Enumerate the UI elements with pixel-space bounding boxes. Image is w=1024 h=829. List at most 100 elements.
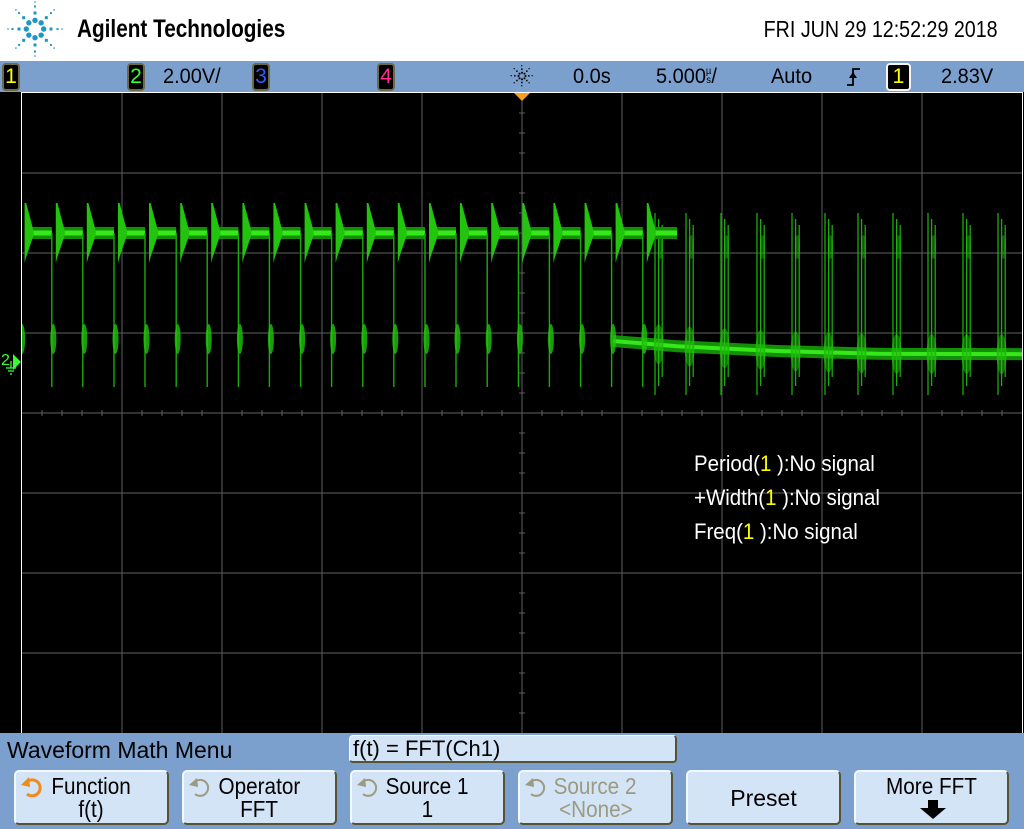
channel-3-key[interactable]: 3 xyxy=(252,63,270,91)
softkey-value: 1 xyxy=(421,796,434,822)
trigger-mode[interactable]: Auto xyxy=(771,61,812,92)
measurement-value: ):No signal xyxy=(776,485,880,510)
channel-2-number: 2 xyxy=(130,65,142,88)
trace-b-spike-glow xyxy=(684,326,695,367)
trace-b-spike-upper-glow xyxy=(794,235,800,259)
waveform-plot xyxy=(22,93,1022,733)
function-softkey[interactable]: Function f(t) xyxy=(14,770,169,825)
timebase-scale[interactable]: 5.000 µ s / xyxy=(656,61,717,92)
trace-a-low-pulse xyxy=(81,324,88,354)
trace-a-low-pulse xyxy=(299,324,306,354)
measurement-label: Period( xyxy=(694,451,760,476)
trace-a-rising-spike xyxy=(429,203,438,263)
menu-title: Waveform Math Menu xyxy=(7,737,233,763)
status-bar: 1 2 2.00V/ 3 4 0.0s 5.000 µ s / Auto 1 2.83… xyxy=(0,61,1024,92)
trace-a-low-pulse xyxy=(454,324,461,354)
channel-4-key[interactable]: 4 xyxy=(377,63,395,91)
trace-a-rising-spike xyxy=(366,203,376,263)
waveform-display: Period(1 ):No signal +Width(1 ):No signa… xyxy=(21,92,1023,734)
trace-a-rising-spike xyxy=(211,203,221,263)
measurement-source: 1 xyxy=(759,451,772,476)
trace-b-spike-upper-glow xyxy=(895,235,901,259)
trigger-level[interactable]: 2.83V xyxy=(941,61,993,92)
trace-b-spike-upper-glow xyxy=(723,235,729,259)
channel-4-number: 4 xyxy=(380,65,392,88)
operator-softkey[interactable]: Operator FFT xyxy=(182,770,337,825)
trace-b-spike-glow xyxy=(823,332,834,373)
trace-b-spike-glow xyxy=(926,333,937,374)
trace-a-low-pulse xyxy=(547,324,554,354)
trace-a-rising-spike xyxy=(242,203,252,263)
trace-a-low-pulse xyxy=(516,324,523,354)
trace-a-low-pulse xyxy=(485,324,492,354)
trace-a-rising-spike xyxy=(86,203,96,263)
header-bar: Agilent Technologies FRI JUN 29 12:52:29… xyxy=(0,0,1024,61)
trace-b-spike-glow xyxy=(891,333,902,374)
timebase-suffix: / xyxy=(711,65,717,88)
measurement-value: ):No signal xyxy=(754,519,858,544)
more-fft-softkey[interactable]: More FFT xyxy=(854,770,1009,825)
trace-b-spike-upper-glow xyxy=(1000,235,1006,259)
trace-a-low-pulse xyxy=(423,324,430,354)
trace-a-low-pulse xyxy=(641,324,648,354)
run-spark-icon xyxy=(510,65,533,87)
trace-a-low-pulse xyxy=(361,324,368,354)
trace-b-spike-glow xyxy=(755,330,766,371)
trace-b-spike-upper-glow xyxy=(688,235,694,259)
trace-b-spike-upper-glow xyxy=(759,235,765,259)
trace-b-spike-glow xyxy=(856,333,867,374)
trace-b-spike-upper-glow xyxy=(827,235,833,259)
trace-a-low-pulse xyxy=(22,324,26,354)
channel-2-ground-marker-icon[interactable]: 2 xyxy=(0,350,21,378)
source-2-softkey[interactable]: Source 2 <None> xyxy=(518,770,673,825)
trace-a-low-pulse xyxy=(112,324,119,354)
source-1-softkey[interactable]: Source 1 1 xyxy=(350,770,505,825)
measurement-label: Freq( xyxy=(694,519,743,544)
trace-a-rising-spike xyxy=(522,203,532,263)
trace-a-rising-spike xyxy=(397,203,407,263)
measurement-source: 1 xyxy=(765,485,777,510)
trigger-source-key[interactable]: 1 xyxy=(886,63,911,91)
trace-a-low-pulse xyxy=(143,324,150,354)
down-arrow-icon xyxy=(920,800,946,819)
brand-name: Agilent Technologies xyxy=(77,15,286,43)
trigger-position-marker-icon xyxy=(514,93,530,101)
channel-1-key[interactable]: 1 xyxy=(2,63,20,91)
trace-a-rising-spike xyxy=(55,203,65,263)
trace-a-low-pulse xyxy=(579,324,586,354)
rising-edge-trigger-icon xyxy=(847,68,860,86)
trace-a-low-pulse xyxy=(236,324,243,354)
trace-a-rising-spike xyxy=(304,203,314,263)
graticule xyxy=(22,93,1022,733)
trace-a-low-pulse xyxy=(392,324,399,354)
measurement-width: +Width(1 ):No signal xyxy=(694,485,880,511)
measurement-value: ):No signal xyxy=(771,451,875,476)
trace-a-low-pulse xyxy=(610,324,617,354)
trace-b-spike-glow xyxy=(719,328,730,369)
trace-a-rising-spike xyxy=(24,203,34,263)
trace-a-rising-spike xyxy=(149,203,158,263)
trace-a-rising-spike xyxy=(460,203,469,263)
trigger-source-number: 1 xyxy=(892,65,905,88)
trace-a-rising-spike xyxy=(180,203,190,263)
softkey-value: <None> xyxy=(558,796,633,822)
trace-a-rising-spike xyxy=(335,203,345,263)
measurement-label: +Width( xyxy=(694,485,766,510)
trace-a-rising-spike xyxy=(491,203,501,263)
channel-2-key[interactable]: 2 xyxy=(127,63,145,91)
trace-b-spike-glow xyxy=(996,334,1007,375)
trace-b-spike-upper-glow xyxy=(860,235,866,259)
timebase-value: 5.000 xyxy=(656,65,706,88)
ground-marker-channel: 2 xyxy=(1,352,10,369)
trace-b-spike-glow xyxy=(961,334,972,375)
preset-softkey[interactable]: Preset xyxy=(686,770,841,825)
trace-b-spike-glow xyxy=(653,324,664,365)
softkey-label: More FFT xyxy=(886,773,977,799)
trace-a-low-pulse xyxy=(205,324,212,354)
channel-2-scale[interactable]: 2.00V/ xyxy=(163,61,221,92)
trace-a-low-pulse xyxy=(174,324,181,354)
trace-a-low-pulse xyxy=(330,324,337,354)
horizontal-delay[interactable]: 0.0s xyxy=(573,61,611,92)
trace-a-rising-spike xyxy=(273,203,283,263)
softkey-value: FFT xyxy=(240,796,279,822)
